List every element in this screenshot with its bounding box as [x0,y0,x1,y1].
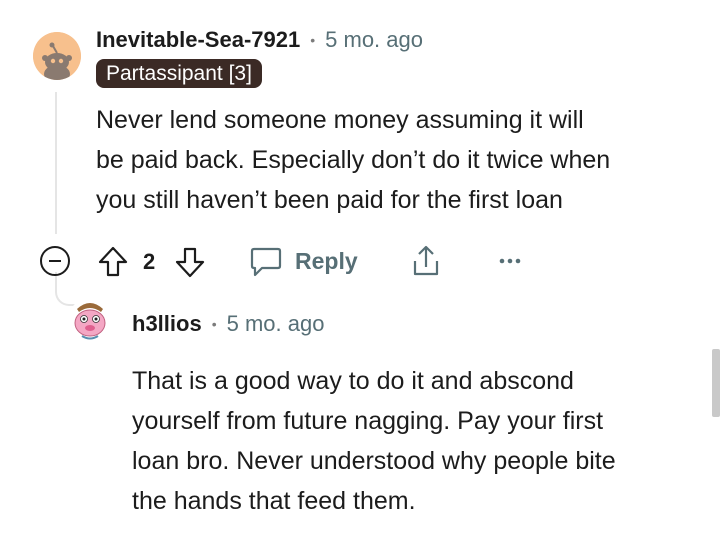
comment-line: loan bro. Never understood why people bi… [132,447,616,475]
avatar[interactable] [33,32,81,80]
comment-body: That is a good way to do it and abscond … [132,361,702,521]
comment-header: Inevitable-Sea-7921 • 5 mo. ago [96,27,423,53]
meta-separator: • [211,316,217,332]
share-icon [413,245,439,276]
avatar[interactable] [68,298,112,342]
reply-button[interactable]: Reply [249,244,358,278]
downvote-button[interactable] [174,245,206,279]
more-options-button[interactable] [498,255,522,267]
timestamp[interactable]: 5 mo. ago [227,311,325,337]
comment-header: h3llios • 5 mo. ago [132,311,324,337]
collapse-button[interactable] [39,245,71,277]
comment-line: be paid back. Especially don’t do it twi… [96,146,611,174]
reply-label: Reply [295,247,358,274]
comment-line: That is a good way to do it and abscond [132,367,574,395]
username[interactable]: Inevitable-Sea-7921 [96,27,300,53]
reply-thread-connector [55,272,75,306]
blobfish-avatar-icon [68,298,112,342]
share-button[interactable] [409,243,443,279]
comment-line: the hands that feed them. [132,487,416,515]
snoo-avatar-icon [33,32,81,80]
scrollbar-thumb[interactable] [712,349,720,417]
thread-line[interactable] [55,92,57,234]
upvote-arrow-icon [98,246,128,277]
comment-body: Never lend someone money assuming it wil… [96,100,696,220]
comment-line: yourself from future nagging. Pay your f… [132,407,604,435]
timestamp[interactable]: 5 mo. ago [325,27,423,53]
comment-line: you still haven’t been paid for the firs… [96,186,563,214]
meta-separator: • [310,32,316,48]
vote-score: 2 [143,249,156,274]
speech-bubble-icon [250,247,282,277]
comment-line: Never lend someone money assuming it wil… [96,106,584,134]
collapse-minus-icon [40,246,70,276]
username[interactable]: h3llios [132,311,202,337]
more-dots-icon [499,258,521,264]
downvote-arrow-icon [175,247,205,278]
upvote-button[interactable] [97,245,129,279]
user-flair: Partassipant [3] [96,59,262,88]
